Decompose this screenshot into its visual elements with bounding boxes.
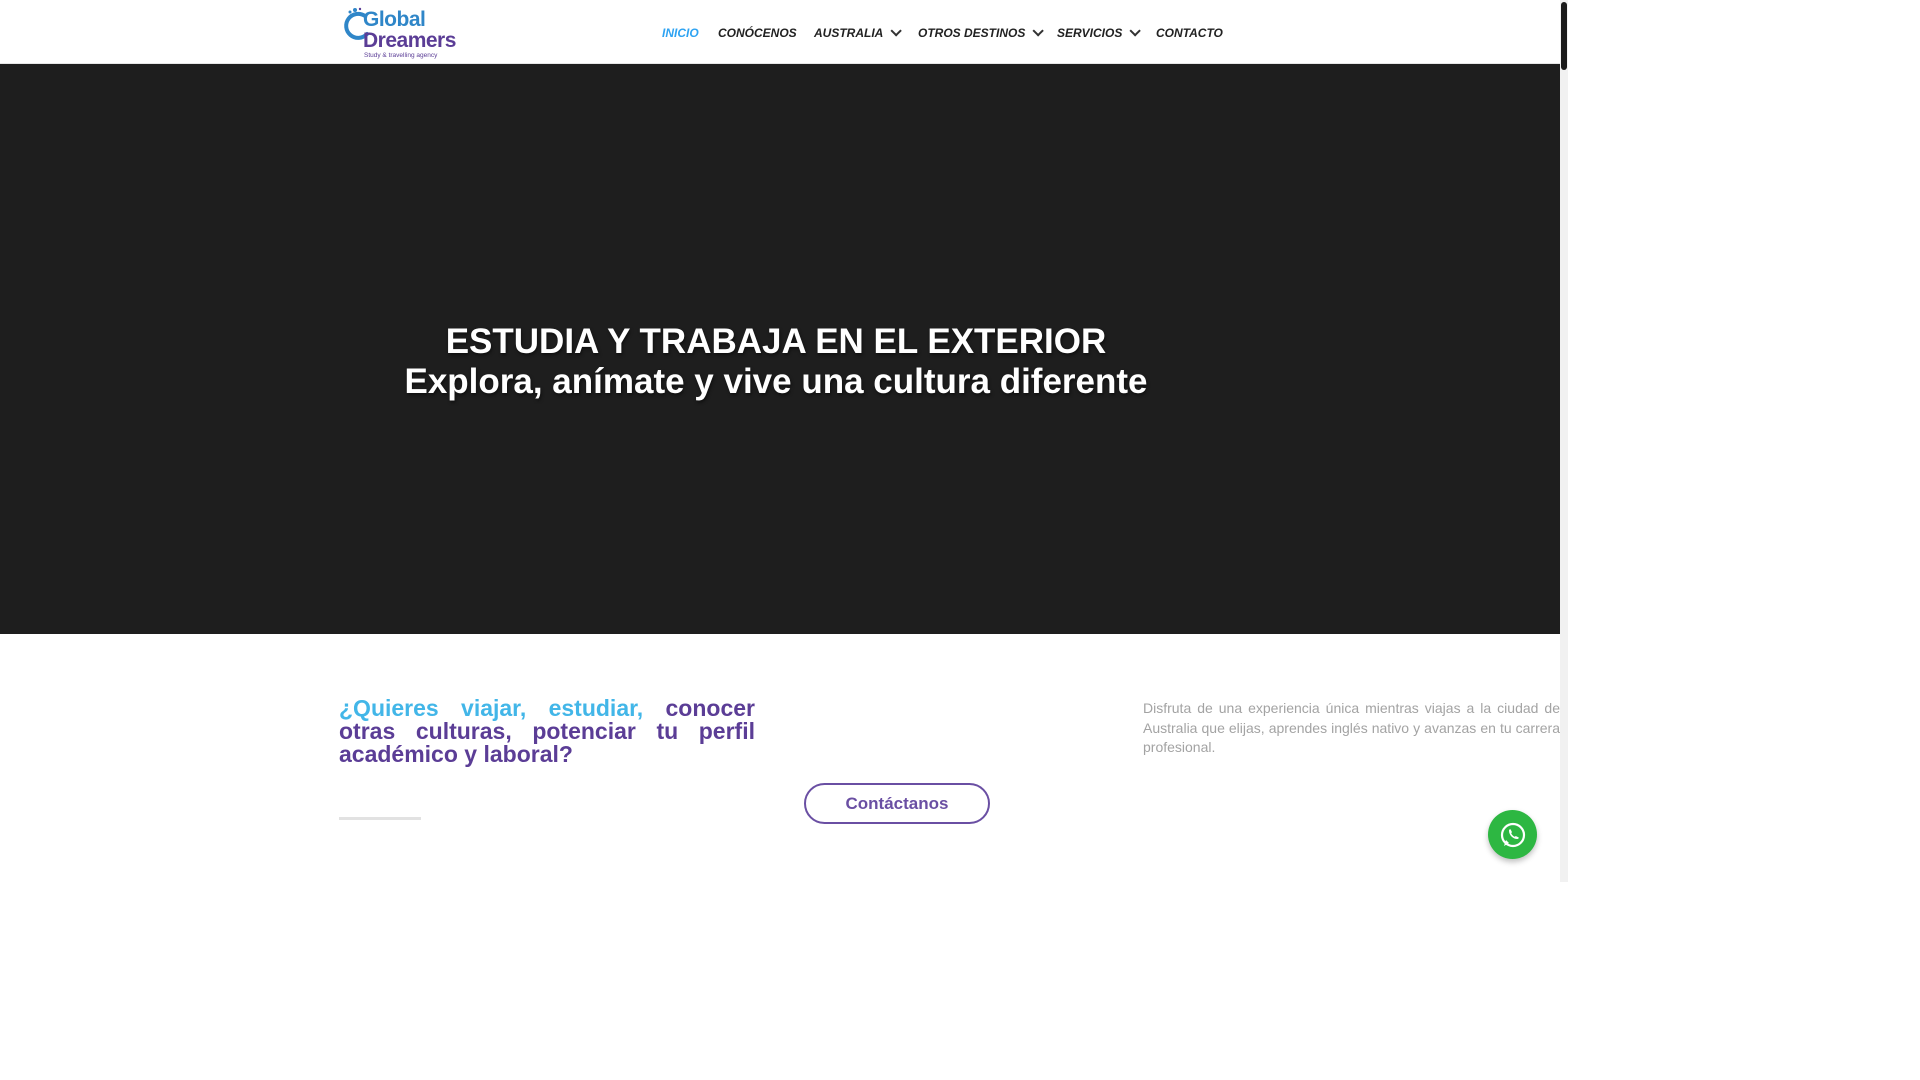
nav-otros-destinos-label: OTROS DESTINOS <box>918 26 1026 40</box>
nav-otros-destinos[interactable]: OTROS DESTINOS <box>918 25 1045 41</box>
chevron-down-icon <box>1032 25 1045 37</box>
logo-tagline: Study & travelling agency <box>364 52 438 59</box>
contact-button-label: Contáctanos <box>845 793 949 813</box>
nav-inicio[interactable]: INICIO <box>662 25 699 41</box>
nav-contacto[interactable]: CONTACTO <box>1156 25 1223 41</box>
nav-conocenos[interactable]: CONÓCENOS <box>718 25 797 41</box>
scrollbar-thumb[interactable] <box>1561 2 1567 70</box>
nav-inicio-label: INICIO <box>662 26 699 40</box>
scrollbar[interactable] <box>1560 0 1568 882</box>
section-divider <box>339 817 421 820</box>
nav-australia[interactable]: AUSTRALIA <box>814 25 903 41</box>
nav-australia-label: AUSTRALIA <box>814 26 884 40</box>
site-header: Global Dreamers Study & travelling agenc… <box>0 0 1560 64</box>
chevron-down-icon <box>890 25 903 37</box>
logo-text-dreamers: Dreamers <box>363 29 456 52</box>
chevron-down-icon <box>1129 25 1142 37</box>
nav-conocenos-label: CONÓCENOS <box>718 26 797 40</box>
whatsapp-button[interactable] <box>1488 810 1537 859</box>
contact-button[interactable]: Contáctanos <box>804 783 990 824</box>
hero-title: ESTUDIA Y TRABAJA EN EL EXTERIOR <box>445 322 1107 361</box>
nav-contacto-label: CONTACTO <box>1156 26 1223 40</box>
logo[interactable]: Global Dreamers Study & travelling agenc… <box>341 6 457 60</box>
intro-description: Disfruta de una experiencia única mientr… <box>1143 700 1560 755</box>
intro-question: ¿Quieres viajar, estudiar, conocer otras… <box>339 697 755 766</box>
nav-servicios[interactable]: SERVICIOS <box>1057 25 1142 41</box>
hero-banner: ESTUDIA Y TRABAJA EN EL EXTERIOR Explora… <box>0 64 1560 634</box>
hero-subtitle: Explora, anímate y vive una cultura dife… <box>404 362 1148 401</box>
nav-servicios-label: SERVICIOS <box>1057 26 1123 40</box>
whatsapp-icon <box>1500 822 1525 847</box>
